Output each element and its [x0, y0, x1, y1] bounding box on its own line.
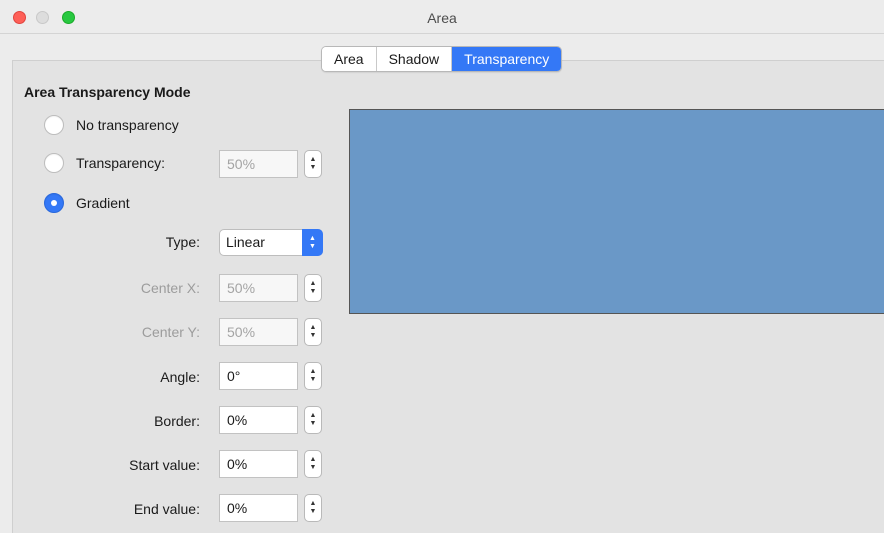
angle-stepper[interactable]: ▲ ▼ — [304, 362, 322, 390]
border-stepper[interactable]: ▲ ▼ — [304, 406, 322, 434]
title-bar: Area — [0, 0, 884, 34]
chevron-down-icon: ▼ — [309, 164, 317, 171]
tab-bar: Area Shadow Transparency — [321, 46, 563, 72]
end-value-field[interactable]: 0% — [219, 494, 298, 522]
tab-area[interactable]: Area — [322, 47, 377, 71]
end-value-label: End value: — [133, 501, 200, 517]
no-transparency-option[interactable]: No transparency — [44, 115, 179, 135]
start-value-stepper[interactable]: ▲ ▼ — [304, 450, 322, 478]
center-x-label: Center X: — [140, 280, 200, 296]
chevron-up-icon: ▲ — [309, 324, 317, 331]
transparency-percent-stepper[interactable]: ▲ ▼ — [304, 150, 322, 178]
gradient-type-value: Linear — [226, 234, 265, 250]
no-transparency-radio[interactable] — [44, 115, 64, 135]
chevron-down-icon: ▼ — [309, 288, 317, 295]
transparency-percent-field[interactable]: 50% — [219, 150, 298, 178]
transparency-option[interactable]: Transparency: — [44, 153, 165, 173]
chevron-up-icon: ▲ — [309, 368, 317, 375]
start-value-label: Start value: — [129, 457, 200, 473]
transparency-radio[interactable] — [44, 153, 64, 173]
chevron-up-icon: ▲ — [309, 156, 317, 163]
transparency-label: Transparency: — [76, 155, 165, 171]
chevron-up-icon: ▲ — [309, 500, 317, 507]
border-label: Border: — [154, 413, 200, 429]
chevron-up-icon: ▲ — [309, 412, 317, 419]
chevron-down-icon: ▼ — [309, 420, 317, 427]
end-value-stepper[interactable]: ▲ ▼ — [304, 494, 322, 522]
chevron-up-icon: ▲ — [309, 280, 317, 287]
chevron-down-icon: ▼ — [309, 508, 317, 515]
no-transparency-label: No transparency — [76, 117, 179, 133]
section-title: Area Transparency Mode — [24, 84, 191, 100]
center-y-field[interactable]: 50% — [219, 318, 298, 346]
gradient-radio[interactable] — [44, 193, 64, 213]
center-y-stepper[interactable]: ▲ ▼ — [304, 318, 322, 346]
center-x-field[interactable]: 50% — [219, 274, 298, 302]
type-label: Type: — [165, 234, 200, 250]
window-title: Area — [427, 10, 457, 26]
center-x-stepper[interactable]: ▲ ▼ — [304, 274, 322, 302]
transparency-preview — [349, 109, 884, 314]
chevron-down-icon: ▼ — [309, 464, 317, 471]
start-value-field[interactable]: 0% — [219, 450, 298, 478]
gradient-label: Gradient — [76, 195, 130, 211]
select-arrows-icon: ▲ ▼ — [302, 229, 323, 256]
gradient-option[interactable]: Gradient — [44, 193, 130, 213]
angle-label: Angle: — [160, 369, 200, 385]
chevron-down-icon: ▼ — [309, 332, 317, 339]
tab-shadow[interactable]: Shadow — [376, 47, 453, 71]
gradient-type-select[interactable]: Linear ▲ ▼ — [219, 229, 323, 256]
chevron-up-icon: ▲ — [309, 456, 317, 463]
center-y-label: Center Y: — [141, 324, 200, 340]
chevron-down-icon: ▼ — [309, 376, 317, 383]
angle-field[interactable]: 0° — [219, 362, 298, 390]
tab-transparency[interactable]: Transparency — [452, 47, 562, 71]
border-field[interactable]: 0% — [219, 406, 298, 434]
